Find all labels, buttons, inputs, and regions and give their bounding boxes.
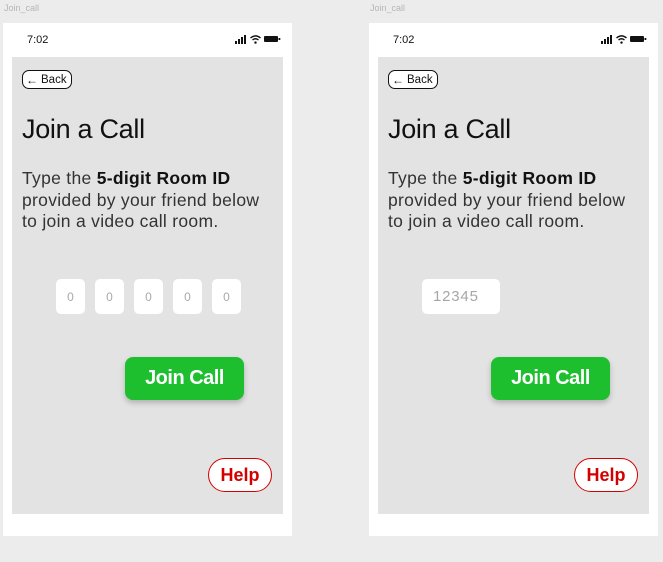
instructions-emphasis: 5-digit Room ID [462, 168, 597, 188]
join-call-screen: ← Back Join a Call Type the 5-digit Room… [378, 57, 649, 514]
page-title: Join a Call [388, 114, 511, 144]
instructions-text: Type the 5-digit Room ID provided by you… [388, 168, 628, 233]
join-call-button[interactable]: Join Call [125, 357, 244, 400]
back-arrow-icon: ← [392, 72, 404, 87]
back-arrow-icon: ← [26, 72, 38, 87]
digit-box-2[interactable]: 0 [95, 279, 124, 314]
room-id-input[interactable] [422, 279, 500, 314]
frame-label: Join_call [4, 3, 40, 13]
instructions-prefix: Type the [22, 168, 97, 188]
back-button[interactable]: ← Back [388, 70, 438, 89]
status-time: 7:02 [393, 34, 415, 46]
status-icons [601, 34, 647, 44]
back-label: Back [41, 73, 67, 86]
signal-icon [601, 34, 612, 44]
status-bar: 7:02 [369, 23, 658, 56]
digit-box-5[interactable]: 0 [212, 279, 241, 314]
help-button[interactable]: Help [574, 458, 638, 492]
help-button[interactable]: Help [208, 458, 272, 492]
digit-box-3[interactable]: 0 [134, 279, 163, 314]
digit-box-1[interactable]: 0 [56, 279, 85, 314]
instructions-suffix: provided by your friend below to join a … [388, 189, 626, 232]
room-id-digit-inputs: 0 0 0 0 0 [56, 279, 241, 314]
phone-frame-single-input: 7:02 ← Back Join a Call Type the 5-digit… [369, 23, 658, 536]
instructions-prefix: Type the [388, 168, 463, 188]
join-call-button[interactable]: Join Call [491, 357, 610, 400]
signal-icon [235, 34, 246, 44]
join-call-screen: ← Back Join a Call Type the 5-digit Room… [12, 57, 283, 514]
back-label: Back [407, 73, 433, 86]
back-button[interactable]: ← Back [22, 70, 72, 89]
battery-icon [264, 36, 281, 42]
frame-label: Join_call [370, 3, 406, 13]
wifi-icon [250, 34, 261, 44]
wifi-icon [616, 34, 627, 44]
instructions-emphasis: 5-digit Room ID [96, 168, 231, 188]
page-title: Join a Call [22, 114, 145, 144]
digit-box-4[interactable]: 0 [173, 279, 202, 314]
instructions-suffix: provided by your friend below to join a … [22, 189, 260, 232]
status-bar: 7:02 [3, 23, 292, 56]
status-icons [235, 34, 281, 44]
battery-icon [630, 36, 647, 42]
phone-frame-digit-boxes: 7:02 ← Back Join a Call Type the 5-digit… [3, 23, 292, 536]
instructions-text: Type the 5-digit Room ID provided by you… [22, 168, 262, 233]
status-time: 7:02 [27, 34, 49, 46]
